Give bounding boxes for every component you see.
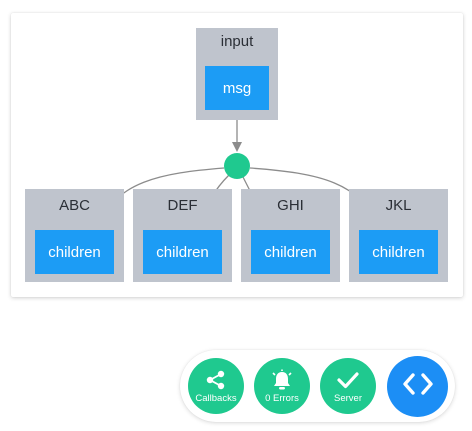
page: input msg ABC children DEF children GHI … [0, 0, 472, 431]
share-icon [204, 369, 228, 391]
callbacks-button[interactable]: Callbacks [188, 358, 244, 414]
callback-hub[interactable] [224, 153, 250, 179]
cluster-label-jkl: JKL [385, 197, 412, 214]
output-cluster-ghi: GHI children [241, 189, 340, 282]
node-children-ghi[interactable]: children [251, 230, 330, 274]
callback-graph: input msg ABC children DEF children GHI … [11, 13, 463, 297]
server-label: Server [334, 392, 362, 404]
cluster-label-def: DEF [167, 197, 198, 214]
check-icon [336, 369, 360, 391]
server-button[interactable]: Server [320, 358, 376, 414]
output-cluster-def: DEF children [133, 189, 232, 282]
code-brackets-icon [402, 371, 434, 402]
errors-button[interactable]: 0 Errors [254, 358, 310, 414]
bell-icon [270, 369, 294, 391]
node-children-abc[interactable]: children [35, 230, 114, 274]
cluster-label-input: input [220, 33, 254, 50]
input-cluster: input msg [196, 28, 278, 120]
cluster-label-ghi: GHI [277, 197, 304, 214]
debug-menu-dock: Callbacks 0 Errors Server [180, 350, 455, 422]
node-children-jkl[interactable]: children [359, 230, 438, 274]
node-msg[interactable]: msg [205, 66, 269, 110]
cluster-label-abc: ABC [59, 197, 90, 214]
errors-label: 0 Errors [265, 392, 299, 404]
callbacks-label: Callbacks [195, 392, 237, 404]
node-children-def[interactable]: children [143, 230, 222, 274]
code-toggle-button[interactable] [387, 356, 448, 417]
output-cluster-abc: ABC children [25, 189, 124, 282]
output-cluster-jkl: JKL children [349, 189, 448, 282]
